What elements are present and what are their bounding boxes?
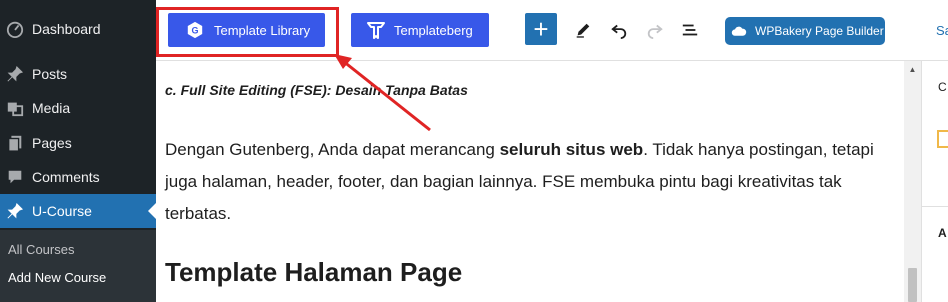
- submenu-item-add-new-course[interactable]: Add New Course: [8, 270, 106, 285]
- scroll-up-icon[interactable]: ▲: [904, 63, 921, 75]
- settings-panel: C A: [921, 61, 948, 302]
- pin-icon: [5, 64, 25, 84]
- sidebar-item-label: Posts: [32, 66, 68, 82]
- panel-section-label[interactable]: A: [938, 226, 947, 240]
- template-library-icon: G: [186, 21, 204, 39]
- sidebar-item-dashboard[interactable]: Dashboard: [0, 12, 156, 46]
- sidebar-item-comments[interactable]: Comments: [0, 160, 156, 194]
- sidebar-item-u-course[interactable]: U-Course: [0, 194, 156, 228]
- templateberg-button[interactable]: Templateberg: [351, 13, 489, 47]
- section-subheading[interactable]: c. Full Site Editing (FSE): Desain Tanpa…: [165, 82, 468, 98]
- sidebar-item-label: Comments: [32, 169, 100, 185]
- plus-icon: +: [533, 14, 549, 44]
- cloud-icon: [731, 24, 747, 38]
- sidebar-item-label: Pages: [32, 135, 72, 151]
- scroll-thumb[interactable]: [908, 268, 917, 302]
- save-draft-link[interactable]: Sa: [936, 23, 948, 38]
- paragraph-bold-text: seluruh situs web: [499, 140, 644, 159]
- svg-text:G: G: [191, 26, 198, 36]
- u-course-submenu: All Courses Add New Course: [0, 230, 156, 302]
- template-library-label: Template Library: [214, 22, 311, 38]
- sidebar-item-label: Media: [32, 100, 71, 116]
- document-icon: [937, 130, 948, 148]
- sidebar-item-pages[interactable]: Pages: [0, 126, 156, 160]
- pin-icon: [5, 201, 25, 221]
- comment-icon: [5, 167, 25, 187]
- redo-icon[interactable]: [644, 18, 666, 42]
- paragraph-block[interactable]: Dengan Gutenberg, Anda dapat merancang s…: [165, 134, 905, 230]
- content-scrollbar[interactable]: ▲: [904, 61, 921, 302]
- settings-tab-label[interactable]: C: [938, 80, 947, 94]
- editor-screen: Dashboard Posts Media Pages Comments U-C…: [0, 0, 948, 302]
- editor-canvas[interactable]: c. Full Site Editing (FSE): Desain Tanpa…: [156, 61, 904, 302]
- template-library-button[interactable]: G Template Library: [168, 13, 325, 47]
- add-block-button[interactable]: +: [525, 13, 557, 45]
- divider: [922, 206, 948, 207]
- wpbakery-label: WPBakery Page Builder: [755, 24, 884, 38]
- paragraph-text: Dengan Gutenberg, Anda dapat merancang: [165, 140, 500, 159]
- pencil-icon[interactable]: [572, 18, 594, 42]
- templateberg-icon: [366, 20, 386, 40]
- editor-toolbar: G Template Library Templateberg + WPBake…: [156, 0, 948, 61]
- sidebar-item-label: U-Course: [32, 203, 92, 219]
- admin-sidebar: Dashboard Posts Media Pages Comments U-C…: [0, 0, 156, 302]
- undo-icon[interactable]: [608, 18, 630, 42]
- dashboard-icon: [5, 19, 25, 39]
- media-icon: [5, 98, 25, 118]
- templateberg-label: Templateberg: [394, 22, 473, 38]
- sidebar-item-label: Dashboard: [32, 21, 101, 37]
- list-view-icon[interactable]: [679, 18, 701, 42]
- heading-block[interactable]: Template Halaman Page: [165, 257, 462, 288]
- sidebar-item-media[interactable]: Media: [0, 91, 156, 125]
- pages-icon: [5, 133, 25, 153]
- wpbakery-button[interactable]: WPBakery Page Builder: [725, 17, 885, 45]
- submenu-item-all-courses[interactable]: All Courses: [8, 242, 74, 257]
- sidebar-item-posts[interactable]: Posts: [0, 57, 156, 91]
